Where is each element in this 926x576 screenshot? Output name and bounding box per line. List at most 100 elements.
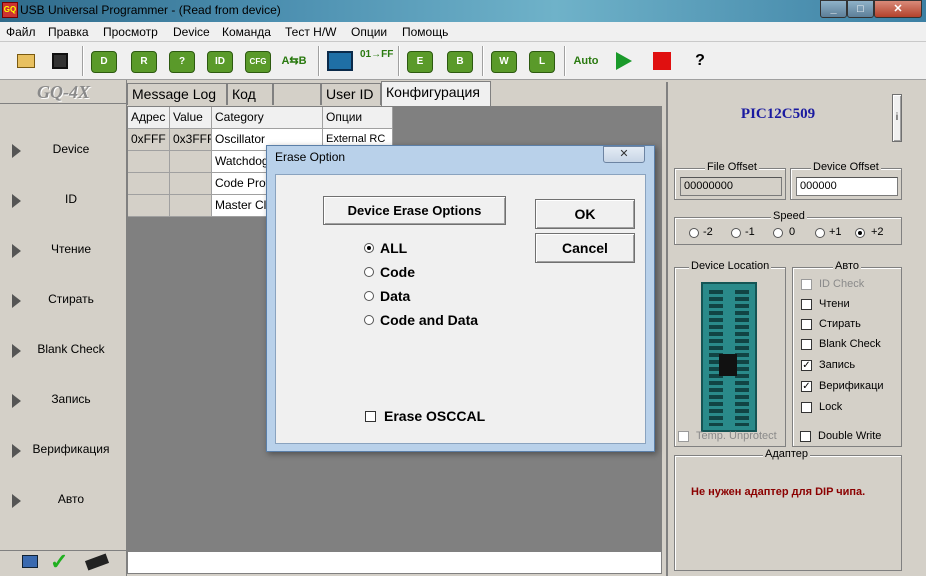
grid-cell[interactable] [170, 173, 212, 195]
close-button[interactable]: ✕ [874, 0, 922, 18]
side-device[interactable]: Device [0, 126, 127, 176]
side-label: Стирать [48, 292, 94, 306]
auto-button[interactable]: Auto [570, 46, 602, 76]
erase-osccal-label: Erase OSCCAL [384, 408, 486, 424]
erase-button[interactable]: E [404, 46, 436, 76]
side-auto[interactable]: Авто [0, 476, 127, 526]
compare-button[interactable]: A⇆B [278, 46, 310, 76]
device-offset-field[interactable]: 000000 [796, 177, 898, 196]
tab-blank[interactable] [273, 83, 321, 105]
chip-icon [84, 553, 110, 571]
grid-cell[interactable] [128, 151, 170, 173]
grid-header[interactable]: Value [170, 107, 212, 129]
window-title: USB Universal Programmer - (Read from de… [20, 3, 281, 17]
lock-icon: L [529, 51, 555, 73]
erase-code-and-data-radio[interactable] [364, 315, 374, 325]
speed-radio[interactable] [731, 228, 741, 238]
blank-check-button[interactable]: B [444, 46, 476, 76]
run-button[interactable] [608, 46, 640, 76]
speed-radio[interactable] [689, 228, 699, 238]
grid-cell[interactable]: 0xFFF [128, 129, 170, 151]
grid-header[interactable]: Адрес [128, 107, 170, 129]
grid-cell[interactable] [170, 195, 212, 217]
checkmark-icon: ✓ [50, 549, 69, 574]
auto-checkbox[interactable] [801, 319, 812, 330]
auto-checkbox-checked[interactable]: ✓ [801, 360, 812, 371]
erase-data-radio[interactable] [364, 291, 374, 301]
double-write-label: Double Write [818, 430, 882, 442]
erase-osccal-checkbox[interactable] [365, 411, 376, 422]
grid-header[interactable]: Опции [323, 107, 393, 129]
auto-checkbox[interactable] [801, 299, 812, 310]
grid-cell[interactable] [128, 195, 170, 217]
erase-all-radio[interactable] [364, 243, 374, 253]
auto-checkbox-checked[interactable]: ✓ [801, 381, 812, 392]
side-verify[interactable]: Верификация [0, 426, 127, 476]
temp-unprotect-checkbox[interactable] [678, 431, 689, 442]
menu-options[interactable]: Опции [351, 25, 387, 39]
tab-configuration[interactable]: Конфигурация [381, 81, 491, 106]
fill-button[interactable]: 01→FF [360, 46, 393, 76]
arrow-icon [12, 494, 21, 508]
side-blank-check[interactable]: Blank Check [0, 326, 127, 376]
id-button[interactable]: ID [204, 46, 236, 76]
save-icon [52, 53, 68, 69]
menu-device[interactable]: Device [173, 25, 210, 39]
command-input[interactable] [127, 551, 662, 574]
menu-hw-test[interactable]: Тест H/W [285, 25, 337, 39]
speed-radio-selected[interactable] [855, 228, 865, 238]
config-icon: CFG [245, 51, 271, 73]
side-label: Верификация [32, 442, 110, 456]
tab-code[interactable]: Код [227, 83, 273, 105]
device-location-label: Device Location [689, 260, 772, 272]
minimize-button[interactable]: _ [820, 0, 847, 18]
menu-file[interactable]: Файл [6, 25, 36, 39]
double-write-checkbox[interactable] [800, 431, 811, 442]
stop-button[interactable] [646, 46, 678, 76]
auto-checkbox[interactable] [801, 279, 812, 290]
auto-label: Авто [833, 260, 861, 272]
side-label: ID [65, 192, 77, 206]
maximize-button[interactable]: □ [847, 0, 874, 18]
gq-logo: GQ-4X [0, 82, 127, 104]
auto-checkbox[interactable] [801, 339, 812, 350]
side-write[interactable]: Запись [0, 376, 127, 426]
dialog-close-button[interactable]: ✕ [603, 146, 645, 163]
device-button[interactable]: D [88, 46, 120, 76]
dialog-body: Device Erase Options OK Cancel ALL Code … [275, 174, 646, 444]
ok-button[interactable]: OK [535, 199, 635, 229]
auto-checkbox[interactable] [801, 402, 812, 413]
grid-cell[interactable] [128, 173, 170, 195]
write-button[interactable]: W [488, 46, 520, 76]
read-button[interactable]: R [128, 46, 160, 76]
tab-message-log[interactable]: Message Log [127, 83, 227, 105]
menu-help[interactable]: Помощь [402, 25, 448, 39]
erase-code-radio[interactable] [364, 267, 374, 277]
grid-cell[interactable] [170, 151, 212, 173]
side-label: Чтение [50, 242, 92, 256]
device-offset-group: Device Offset 000000 [790, 161, 902, 200]
menu-view[interactable]: Просмотр [103, 25, 158, 39]
config-button[interactable]: CFG [242, 46, 274, 76]
lock-button[interactable]: L [526, 46, 558, 76]
menu-command[interactable]: Команда [222, 25, 271, 39]
blank-check-icon: B [447, 51, 473, 73]
tab-user-id[interactable]: User ID [321, 83, 381, 105]
help-button[interactable]: ? [684, 46, 716, 76]
side-id[interactable]: ID [0, 176, 127, 226]
info-button[interactable]: i [892, 94, 902, 142]
save-button[interactable] [44, 46, 76, 76]
zif-socket-icon [701, 282, 757, 432]
calculator-button[interactable] [324, 46, 356, 76]
side-read[interactable]: Чтение [0, 226, 127, 276]
speed-radio[interactable] [773, 228, 783, 238]
cancel-button[interactable]: Cancel [535, 233, 635, 263]
file-offset-field[interactable]: 00000000 [680, 177, 782, 196]
open-button[interactable] [10, 46, 42, 76]
verify-button[interactable]: ? [166, 46, 198, 76]
menu-edit[interactable]: Правка [48, 25, 89, 39]
speed-radio[interactable] [815, 228, 825, 238]
grid-cell[interactable]: 0x3FFF [170, 129, 212, 151]
side-erase[interactable]: Стирать [0, 276, 127, 326]
grid-header[interactable]: Category [212, 107, 323, 129]
